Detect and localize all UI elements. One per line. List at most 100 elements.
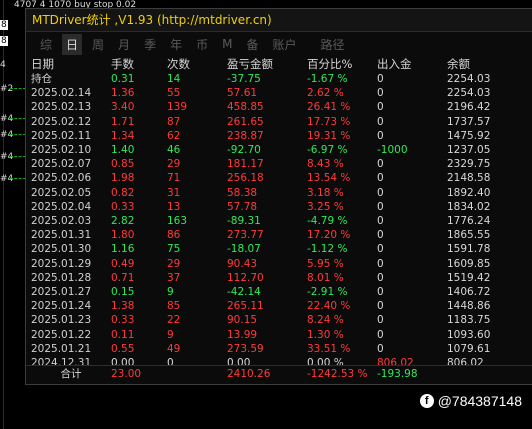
total-lots: 23.00 [111,368,142,380]
cell-lots: 0.49 [111,257,135,270]
table-row[interactable]: 2025.02.06 1.98 71 256.18 13.54 % 0 2148.58 [31,171,511,185]
tab-bar: 综 日 周 月 季 年 币 M 备 账户 路径 [26,32,532,56]
table-row[interactable]: 2025.01.24 1.38 85 265.11 22.40 % 0 1448.86 [31,299,511,313]
table-row[interactable]: 2025.02.04 0.33 13 57.78 3.25 % 0 1834.02 [31,200,511,214]
tab-currency[interactable]: 币 [192,34,212,55]
table-row[interactable]: 2025.01.27 0.15 9 -42.14 -2.91 % 0 1406.72 [31,285,511,299]
cell-pct: 8.24 % [307,314,344,327]
cell-balance: 1776.24 [447,215,491,228]
cell-pct: -2.91 % [307,286,348,299]
table-row[interactable]: 2025.02.12 1.71 87 261.65 17.73 % 0 1737.57 [31,115,511,129]
tab-quarter[interactable]: 季 [140,34,160,55]
cell-count: 14 [167,73,181,85]
cell-date: 2025.01.31 [31,229,92,242]
cell-pct: 3.25 % [307,200,344,213]
tab-day[interactable]: 日 [62,33,83,55]
cell-date: 2025.01.23 [31,314,92,327]
col-header-lots[interactable]: 手数 [111,56,167,72]
tab-month[interactable]: 月 [114,34,134,55]
cell-lots: 2.82 [111,215,135,228]
total-label: 合计 [60,368,82,380]
col-header-date[interactable]: 日期 [31,56,111,72]
table-row[interactable]: 2025.02.14 1.36 55 57.61 2.62 % 0 2254.03 [31,86,511,100]
cell-date: 2025.01.24 [31,300,92,313]
cell-count: 49 [167,342,181,355]
table-row[interactable]: 2025.01.30 1.16 75 -18.07 -1.12 % 0 1591.78 [31,242,511,256]
cell-date: 2025.02.07 [31,158,92,171]
cell-date: 2025.02.03 [31,215,92,228]
table-row[interactable]: 2025.02.03 2.82 163 -89.31 -4.79 % 0 1776.24 [31,214,511,228]
cell-pnl: -37.75 [227,73,261,85]
total-row: 合计 23.00 2410.26 -1242.53 % -193.98 [31,367,511,381]
cell-pnl: 112.70 [227,271,264,284]
cell-lots: 0.71 [111,271,135,284]
total-percent: -1242.53 % [307,368,368,380]
table-row[interactable]: 2025.01.31 1.80 86 273.77 17.20 % 0 1865.55 [31,228,511,242]
tab-notes[interactable]: 备 [242,34,262,55]
cell-count: 86 [167,229,181,242]
cell-date: 2025.01.22 [31,328,92,341]
cell-balance: 1406.72 [447,286,491,299]
cell-flow: 0 [377,229,384,242]
tab-magic[interactable]: M [218,35,236,53]
cell-flow: 0 [377,115,384,128]
cell-balance: 1079.61 [447,342,491,355]
stats-window[interactable]: MTDriver统计 ,V1.93 (http://mtdriver.cn) 综… [25,8,532,385]
table-row[interactable]: 2025.02.13 3.40 139 458.85 26.41 % 0 2196.42 [31,100,511,114]
table-row[interactable]: 2025.01.23 0.33 22 90.15 8.24 % 0 1183.75 [31,313,511,327]
cell-flow: -1000 [377,144,408,157]
cell-flow: 0 [377,172,384,185]
tab-summary[interactable]: 综 [36,34,56,55]
cell-flow: 0 [377,328,384,341]
tab-year[interactable]: 年 [166,34,186,55]
table-row[interactable]: 2025.02.07 0.85 29 181.17 8.43 % 0 2329.75 [31,157,511,171]
cell-date: 2025.02.14 [31,87,92,100]
cell-pct: 33.51 % [307,342,351,355]
cell-pct: 13.54 % [307,172,351,185]
cell-count: 29 [167,257,181,270]
table-row[interactable]: 持仓 0.31 14 -37.75 -1.67 % 0 2254.03 [31,72,511,86]
cell-pct: -4.79 % [307,215,348,228]
cell-lots: 1.71 [111,115,135,128]
cell-pnl: 57.61 [227,87,258,100]
cell-pnl: 90.15 [227,314,258,327]
table-row[interactable]: 2025.02.05 0.82 31 58.38 3.18 % 0 1892.40 [31,186,511,200]
tab-account[interactable]: 账户 [268,34,300,55]
cell-balance: 1892.40 [447,186,491,199]
table-row[interactable]: 2025.01.21 0.55 49 273.59 33.51 % 0 1079.61 [31,342,511,356]
cell-pct: 8.43 % [307,158,344,171]
total-count [167,367,227,381]
cell-pct: 19.31 % [307,129,351,142]
cell-lots: 1.38 [111,300,135,313]
cell-lots: 3.40 [111,101,135,114]
cell-date: 2025.02.13 [31,101,92,114]
cell-balance: 1591.78 [447,243,491,256]
col-header-balance[interactable]: 余额 [447,56,511,72]
tab-week[interactable]: 周 [88,34,108,55]
cell-lots: 0.11 [111,328,135,341]
cell-pnl: -89.31 [227,215,261,228]
col-header-count[interactable]: 次数 [167,56,227,72]
order-line [10,88,26,89]
side-label: 8 [0,20,8,30]
cell-date: 2025.02.05 [31,186,92,199]
col-header-flow[interactable]: 出入金 [377,56,447,72]
table-row[interactable]: 2025.02.11 1.34 62 238.87 19.31 % 0 1475.92 [31,129,511,143]
table-row[interactable]: 2025.02.10 1.40 46 -92.70 -6.97 % -1000 1237.0… [31,143,511,157]
cell-pct: -1.12 % [307,243,348,256]
cell-pnl: -42.14 [227,286,261,299]
order-line [10,178,26,179]
table-row[interactable]: 2025.01.29 0.49 29 90.43 5.95 % 0 1609.85 [31,257,511,271]
cell-lots: 0.33 [111,200,135,213]
cell-date: 2025.01.21 [31,342,92,355]
window-title[interactable]: MTDriver统计 ,V1.93 (http://mtdriver.cn) [26,9,532,32]
col-header-percent[interactable]: 百分比% [307,56,377,72]
cell-count: 22 [167,314,181,327]
tab-path[interactable]: 路径 [317,34,349,55]
cell-count: 87 [167,115,181,128]
table-row[interactable]: 2025.01.28 0.71 37 112.70 8.01 % 0 1519.42 [31,271,511,285]
cell-pct: 8.01 % [307,271,344,284]
col-header-pnl[interactable]: 盈亏金额 [227,56,307,72]
order-tick: #2 [0,84,14,94]
table-row[interactable]: 2025.01.22 0.11 9 13.99 1.30 % 0 1093.60 [31,328,511,342]
